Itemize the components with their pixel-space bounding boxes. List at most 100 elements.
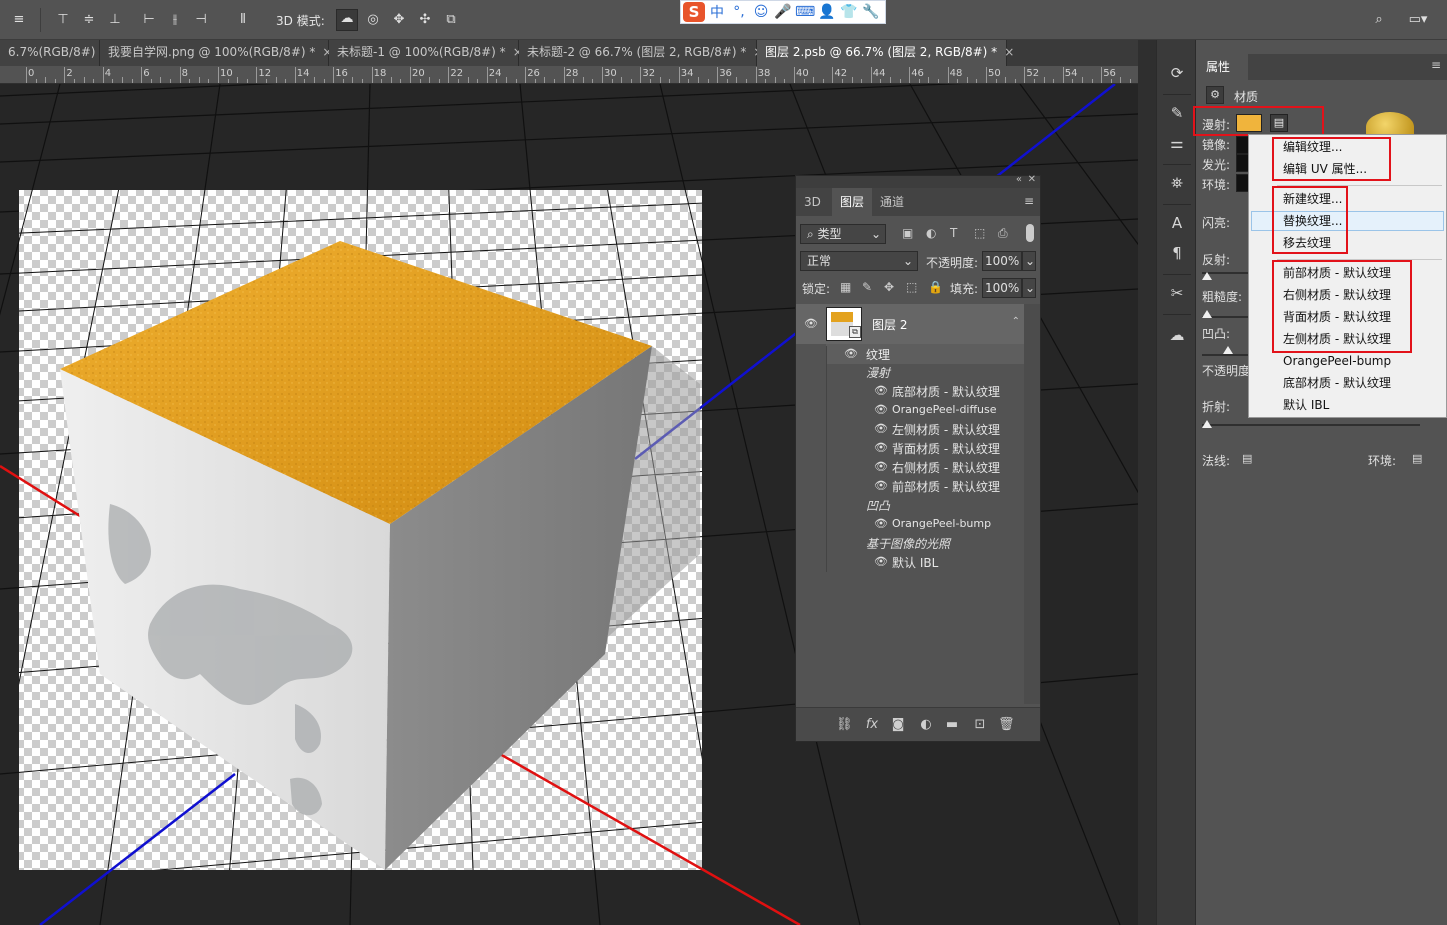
opacity-dropdown-icon[interactable]: ⌄ xyxy=(1022,251,1036,271)
texture-row[interactable]: 👁 默认 IBL xyxy=(874,554,1104,571)
lock-move-icon[interactable]: ✥ xyxy=(884,280,894,294)
tab-doc-2[interactable]: 我要自学网.png @ 100%(RGB/8#) * × xyxy=(100,40,332,66)
refraction-slider-thumb[interactable] xyxy=(1202,420,1212,428)
tab-channels[interactable]: 通道 xyxy=(872,188,912,216)
lock-paint-icon[interactable]: ✎ xyxy=(862,280,872,294)
filter-kind-select[interactable]: ⌕ 类型 ⌄ xyxy=(800,224,886,244)
ime-toolbar[interactable]: S 中 °, ☺ 🎤 ⌨ 👤 👕 🔧 xyxy=(680,0,886,24)
texture-row[interactable]: 👁 OrangePeel-diffuse xyxy=(874,402,1104,416)
visibility-eye-icon[interactable]: 👁 xyxy=(804,318,818,329)
visibility-eye-icon[interactable]: 👁 xyxy=(874,385,888,396)
history-icon[interactable]: ⟳ xyxy=(1166,62,1188,84)
visibility-eye-icon[interactable]: 👁 xyxy=(874,480,888,491)
libraries-icon[interactable]: ☁ xyxy=(1166,324,1188,346)
roughness-slider-thumb[interactable] xyxy=(1202,310,1212,318)
orbit-3d-icon[interactable]: ☁ xyxy=(336,9,358,31)
menu-default-ibl[interactable]: 默认 IBL xyxy=(1283,394,1329,416)
fill-dropdown-icon[interactable]: ⌄ xyxy=(1022,278,1036,298)
ime-emoji-icon[interactable]: ☺ xyxy=(751,4,771,20)
bump-slider-thumb[interactable] xyxy=(1223,346,1233,354)
tab-3d[interactable]: 3D xyxy=(796,188,829,216)
layers-scrollbar[interactable] xyxy=(1024,304,1040,704)
collapse-icon[interactable]: « xyxy=(1016,174,1022,185)
layer-row-selected[interactable]: 👁 ⧉ 图层 2 ⌃ xyxy=(796,304,1024,344)
close-icon[interactable]: ✕ xyxy=(1028,174,1036,185)
align-hcenter-icon[interactable]: ⫲ xyxy=(166,11,184,29)
texture-row[interactable]: 👁 前部材质 - 默认纹理 xyxy=(874,478,1104,495)
filter-adjust-icon[interactable]: ◐ xyxy=(926,226,936,240)
layers-panel-titlebar[interactable]: « ✕ xyxy=(796,174,1040,188)
texture-row[interactable]: 👁 底部材质 - 默认纹理 xyxy=(874,383,1104,400)
tab-layers[interactable]: 图层 xyxy=(832,188,873,216)
lock-transparent-icon[interactable]: ▦ xyxy=(840,280,851,294)
align-right-icon[interactable]: ⊣ xyxy=(192,11,210,29)
lock-artboard-icon[interactable]: ⬚ xyxy=(906,280,917,294)
fx-icon[interactable]: fx xyxy=(864,717,880,733)
blend-mode-select[interactable]: 正常 ⌄ xyxy=(800,251,918,271)
filter-pixel-icon[interactable]: ▣ xyxy=(902,226,913,240)
menu-orangepeel-bump[interactable]: OrangePeel-bump xyxy=(1283,350,1391,372)
tab-doc-5-active[interactable]: 图层 2.psb @ 66.7% (图层 2, RGB/8#) * × xyxy=(757,40,1014,66)
roll-3d-icon[interactable]: ◎ xyxy=(364,11,382,29)
expand-caret-icon[interactable]: ⌃ xyxy=(1012,316,1020,327)
adjustments-icon[interactable]: ⚌ xyxy=(1166,132,1188,154)
slide-3d-icon[interactable]: ✣ xyxy=(416,11,434,29)
ime-lang[interactable]: 中 xyxy=(707,2,727,22)
fill-input[interactable]: 100% xyxy=(982,278,1022,298)
workspace-icon[interactable]: ▭▾ xyxy=(1404,11,1432,29)
visibility-eye-icon[interactable]: 👁 xyxy=(874,442,888,453)
align-left-icon[interactable]: ⊢ xyxy=(140,11,158,29)
layer-name[interactable]: 图层 2 xyxy=(872,316,907,333)
visibility-eye-icon[interactable]: 👁 xyxy=(874,556,888,567)
adjustment-icon[interactable]: ◐ xyxy=(918,717,934,733)
visibility-eye-icon[interactable]: 👁 xyxy=(844,348,858,359)
pan-3d-icon[interactable]: ✥ xyxy=(390,11,408,29)
env-folder-icon[interactable]: ▤ xyxy=(1412,452,1422,465)
tab-doc-3[interactable]: 未标题-1 @ 100%(RGB/8#) * × xyxy=(329,40,523,66)
panel-menu-icon[interactable]: ≡ xyxy=(1431,58,1441,72)
clone-source-icon[interactable]: ⛯ xyxy=(1166,172,1188,194)
visibility-eye-icon[interactable]: 👁 xyxy=(874,461,888,472)
refraction-slider[interactable] xyxy=(1202,424,1420,426)
trash-icon[interactable]: 🗑 xyxy=(998,717,1015,733)
mask-icon[interactable]: ◙ xyxy=(890,717,906,733)
menu-bottom-texture[interactable]: 底部材质 - 默认纹理 xyxy=(1283,372,1391,394)
filter-shape-icon[interactable]: ⬚ xyxy=(974,226,985,240)
new-layer-icon[interactable]: ⊡ xyxy=(972,717,988,733)
panel-menu-icon[interactable]: ≡ xyxy=(1024,194,1034,208)
visibility-eye-icon[interactable]: 👁 xyxy=(874,404,888,415)
tab-close-icon[interactable]: × xyxy=(1004,45,1014,59)
ime-keyboard-icon[interactable]: ⌨ xyxy=(795,4,815,20)
align-top-icon[interactable]: ⊤ xyxy=(54,11,72,29)
opacity-input[interactable]: 100% xyxy=(982,251,1022,271)
search-icon[interactable]: ⌕ xyxy=(1370,11,1388,29)
texture-row[interactable]: 👁 右侧材质 - 默认纹理 xyxy=(874,459,1104,476)
texture-row[interactable]: 👁 左侧材质 - 默认纹理 xyxy=(874,421,1104,438)
tab-doc-4[interactable]: 未标题-2 @ 66.7% (图层 2, RGB/8#) *× xyxy=(519,40,763,66)
ime-skin-icon[interactable]: 👕 xyxy=(839,4,859,20)
tab-doc-1[interactable]: 6.7%(RGB/8#)× xyxy=(0,40,113,66)
filter-toggle[interactable] xyxy=(1026,224,1034,242)
reflect-slider-thumb[interactable] xyxy=(1202,272,1212,280)
tool-presets-icon[interactable]: ✂ xyxy=(1166,282,1188,304)
scale-3d-icon[interactable]: ⧉ xyxy=(442,11,460,29)
normal-folder-icon[interactable]: ▤ xyxy=(1242,452,1252,465)
visibility-eye-icon[interactable]: 👁 xyxy=(874,423,888,434)
paragraph-icon[interactable]: ¶ xyxy=(1166,242,1188,264)
filter-type-icon[interactable]: T xyxy=(950,226,957,240)
texture-row[interactable]: 👁 背面材质 - 默认纹理 xyxy=(874,440,1104,457)
textures-row[interactable]: 👁 纹理 xyxy=(826,344,1024,364)
lock-all-icon[interactable]: 🔒 xyxy=(928,280,943,294)
character-icon[interactable]: A xyxy=(1166,212,1188,234)
texture-row[interactable]: 👁 OrangePeel-bump xyxy=(874,516,1104,530)
ime-user-icon[interactable]: 👤 xyxy=(817,4,837,20)
align-panel-icon[interactable]: ≡ xyxy=(10,11,28,29)
brush-preset-icon[interactable]: ✎ xyxy=(1166,102,1188,124)
folder-icon[interactable]: ▬ xyxy=(944,717,960,733)
align-bottom-icon[interactable]: ⊥ xyxy=(106,11,124,29)
properties-tab[interactable]: 属性 xyxy=(1196,54,1248,80)
distribute-icon[interactable]: ⫴ xyxy=(234,11,252,29)
ime-mic-icon[interactable]: 🎤 xyxy=(773,4,793,20)
filter-smart-icon[interactable]: ⎙ xyxy=(998,226,1008,241)
ime-tools-icon[interactable]: 🔧 xyxy=(861,4,881,20)
